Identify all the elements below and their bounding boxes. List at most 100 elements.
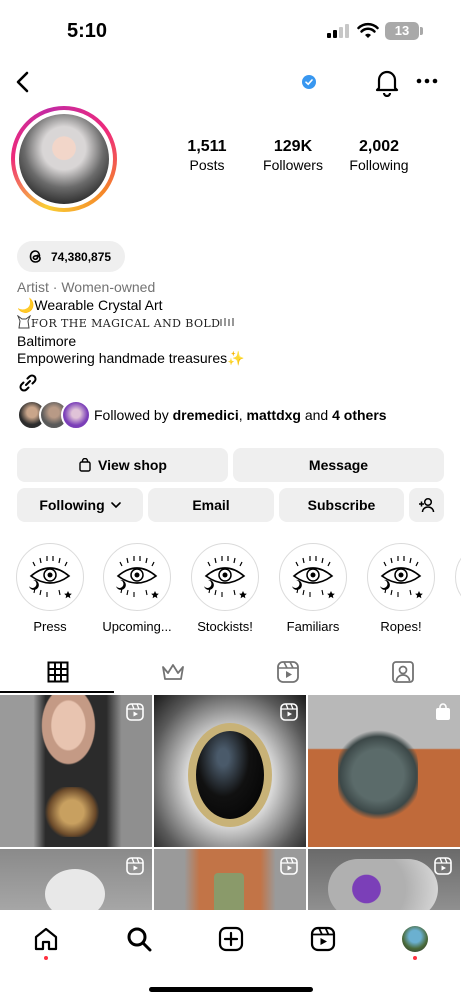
grid-icon <box>47 661 68 683</box>
post-tile-4[interactable] <box>0 849 152 910</box>
nav-create[interactable] <box>216 924 246 954</box>
message-label: Message <box>308 457 369 473</box>
followed-sep: , <box>238 407 247 423</box>
subscribe-label: Subscribe <box>307 497 376 513</box>
crown-icon <box>161 664 184 680</box>
status-bar: 5:10 13 <box>0 0 461 60</box>
highlight-press[interactable]: Press <box>15 543 85 634</box>
home-notification-dot <box>44 956 48 960</box>
followed-by-text: Followed by dremedici, mattdxg and 4 oth… <box>94 407 387 423</box>
post-tile-5[interactable] <box>154 849 306 910</box>
profile-avatar-small <box>402 926 428 952</box>
threads-icon <box>29 250 41 263</box>
nav-home[interactable] <box>31 924 61 954</box>
shop-bag-icon <box>79 458 91 472</box>
shopping-bag-icon <box>436 703 450 720</box>
bottle-pendant <box>214 873 244 910</box>
highlight-cover <box>367 543 435 611</box>
notification-bell-icon[interactable] <box>373 67 401 97</box>
view-shop-button[interactable]: View shop <box>17 448 228 482</box>
following-button[interactable]: Following <box>17 488 143 522</box>
highlight-stockists[interactable]: Stockists! <box>190 543 260 634</box>
eye-sigil-icon <box>116 556 159 599</box>
highlight-familiars[interactable]: Familiars <box>278 543 348 634</box>
pendant-image <box>42 787 102 837</box>
highlight-cover <box>279 543 347 611</box>
eye-sigil-icon <box>292 556 335 599</box>
tab-subscriptions[interactable] <box>115 651 230 693</box>
highlight-cover <box>191 543 259 611</box>
top-nav <box>0 64 461 100</box>
suggest-people-button[interactable] <box>409 488 444 522</box>
add-person-icon <box>418 497 434 513</box>
followed-user-1[interactable]: dremedici <box>173 407 239 423</box>
profile-avatar[interactable] <box>11 106 117 212</box>
followed-by[interactable]: Followed by dremedici, mattdxg and 4 oth… <box>17 400 447 432</box>
moon-phases-icon <box>220 318 234 326</box>
serpent-pendant <box>338 725 418 825</box>
signal-icon <box>327 24 349 38</box>
highlight-ropes[interactable]: Ropes! <box>366 543 436 634</box>
followed-others[interactable]: 4 others <box>332 407 386 423</box>
bio-line-3: Baltimore <box>17 332 77 349</box>
home-indicator <box>149 987 313 992</box>
highlight-cover <box>16 543 84 611</box>
follower-avatar-3 <box>61 400 91 430</box>
bottom-nav <box>0 910 461 1000</box>
tagged-person-icon <box>391 661 414 683</box>
eye-sigil-icon <box>29 556 72 599</box>
nav-reels[interactable] <box>308 924 338 954</box>
tab-reels[interactable] <box>230 651 345 693</box>
tab-tagged[interactable] <box>345 651 460 693</box>
reels-icon <box>310 926 336 952</box>
post-tile-3[interactable] <box>308 695 460 847</box>
following-count: 2,002 <box>358 138 400 155</box>
post-tile-2[interactable] <box>154 695 306 847</box>
link-icon[interactable] <box>17 372 39 394</box>
email-button[interactable]: Email <box>148 488 274 522</box>
verified-badge-icon <box>302 75 316 89</box>
stat-posts[interactable]: 1,511 Posts <box>176 138 238 174</box>
profile-bio: Artist · Women-owned 🌙Wearable Crystal A… <box>16 279 447 368</box>
subscribe-button[interactable]: Subscribe <box>279 488 404 522</box>
highlight-label: Stockists! <box>197 619 253 634</box>
highlight-upcoming[interactable]: Upcoming... <box>102 543 172 634</box>
reel-badge-icon <box>280 857 298 875</box>
highlight-label: Familiars <box>286 619 340 634</box>
chevron-down-icon <box>110 502 121 509</box>
highlight-label: Ropes! <box>380 619 422 634</box>
posts-label: Posts <box>189 157 225 173</box>
stat-following[interactable]: 2,002 Following <box>346 138 412 174</box>
followed-mid: and <box>300 407 333 423</box>
reel-badge-icon <box>434 857 452 875</box>
home-icon <box>34 927 58 951</box>
followers-label: Followers <box>263 157 323 173</box>
nav-profile[interactable] <box>400 924 430 954</box>
reel-badge-icon <box>126 857 144 875</box>
reel-badge-icon <box>280 703 298 721</box>
profile-tabs <box>0 651 461 693</box>
search-icon <box>127 927 152 952</box>
tab-posts-grid[interactable] <box>0 651 115 693</box>
battery-indicator: 13 <box>385 22 419 40</box>
more-options-icon[interactable] <box>414 71 440 91</box>
back-arrow-icon[interactable] <box>10 68 38 96</box>
profile-stats: 1,511 Posts 129K Followers 2,002 Followi… <box>170 138 430 178</box>
highlight-cover <box>455 543 461 611</box>
bio-line-4: Empowering handmade treasures✨ <box>17 350 245 366</box>
highlight-partial[interactable] <box>455 543 461 611</box>
message-button[interactable]: Message <box>233 448 444 482</box>
stat-followers[interactable]: 129K Followers <box>260 138 326 174</box>
nav-search[interactable] <box>124 924 154 954</box>
post-tile-6[interactable] <box>308 849 460 910</box>
status-time: 5:10 <box>67 20 108 42</box>
reel-badge-icon <box>126 703 144 721</box>
post-tile-1[interactable] <box>0 695 152 847</box>
followed-user-2[interactable]: mattdxg <box>247 407 301 423</box>
eye-sigil-icon <box>380 556 423 599</box>
threads-badge[interactable]: 74,380,875 <box>17 241 125 272</box>
wifi-icon <box>357 22 379 38</box>
reels-icon <box>276 661 299 683</box>
cat-silhouette-icon <box>16 314 32 329</box>
following-label: Following <box>349 157 409 173</box>
